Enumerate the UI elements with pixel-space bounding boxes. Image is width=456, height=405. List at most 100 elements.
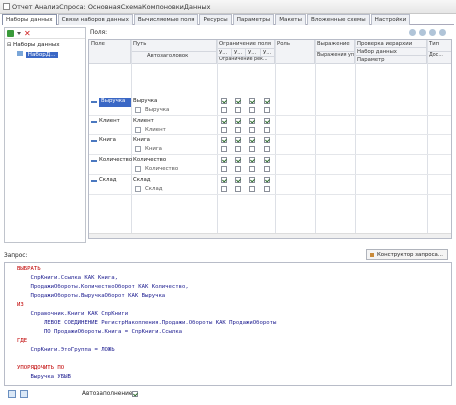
- attr-checkbox-1[interactable]: [221, 186, 227, 192]
- restriction-checkbox-1[interactable]: [221, 137, 227, 143]
- restriction-checkbox-4[interactable]: [264, 177, 270, 183]
- row-path[interactable]: Выручка: [133, 98, 157, 104]
- restriction-checkbox-2[interactable]: [235, 177, 241, 183]
- attr-checkbox-2[interactable]: [235, 107, 241, 113]
- table-row[interactable]: Количество Количество Количество: [89, 155, 451, 175]
- restriction-checkbox-4[interactable]: [264, 98, 270, 104]
- col-header-more[interactable]: Дос...: [427, 52, 451, 64]
- add-field-icon[interactable]: [409, 29, 416, 36]
- query-text-editor[interactable]: ВЫБРАТЬ СпрКниги.Ссылка КАК Книга, Прода…: [4, 262, 452, 386]
- attr-checkbox-3[interactable]: [249, 127, 255, 133]
- attr-checkbox-1[interactable]: [221, 166, 227, 172]
- col-header-u1[interactable]: У...: [217, 49, 232, 57]
- tab-dataset-links[interactable]: Связи наборов данных: [57, 14, 133, 25]
- row-path[interactable]: Склад: [133, 177, 151, 183]
- query-builder-button[interactable]: Конструктор запроса...: [365, 249, 448, 260]
- col-header-dataset[interactable]: Набор данных: [355, 48, 427, 56]
- attr-checkbox-4[interactable]: [264, 127, 270, 133]
- attr-checkbox-3[interactable]: [249, 166, 255, 172]
- attr-checkbox-2[interactable]: [235, 186, 241, 192]
- restriction-checkbox-4[interactable]: [264, 137, 270, 143]
- restriction-checkbox-1[interactable]: [221, 118, 227, 124]
- table-row[interactable]: Склад Склад Склад: [89, 175, 451, 195]
- col-header-value-check[interactable]: Проверка иерархии: [355, 40, 427, 48]
- col-header-u3[interactable]: У...: [246, 49, 261, 57]
- row-field[interactable]: Количество: [99, 157, 132, 163]
- tab-nested-schemas[interactable]: Вложенные схемы: [306, 14, 370, 25]
- autotitle-checkbox[interactable]: [135, 107, 141, 113]
- tab-settings[interactable]: Настройки: [370, 14, 411, 25]
- col-header-role[interactable]: Роль: [275, 40, 315, 64]
- table-row[interactable]: Клиент Клиент Клиент: [89, 116, 451, 135]
- restriction-checkbox-3[interactable]: [249, 137, 255, 143]
- settings-icon[interactable]: [419, 29, 426, 36]
- tree-root-datasets[interactable]: ⊟ Наборы данных: [7, 42, 60, 48]
- row-field[interactable]: Склад: [99, 177, 117, 183]
- attr-checkbox-1[interactable]: [221, 107, 227, 113]
- row-path[interactable]: Клиент: [133, 118, 154, 124]
- move-up-icon[interactable]: [429, 29, 436, 36]
- open-icon[interactable]: [20, 390, 28, 398]
- restriction-checkbox-4[interactable]: [264, 157, 270, 163]
- restriction-checkbox-3[interactable]: [249, 118, 255, 124]
- dropdown-arrow-icon[interactable]: [17, 31, 21, 35]
- row-field[interactable]: Выручка: [99, 98, 131, 107]
- col-header-path[interactable]: Путь: [131, 40, 217, 52]
- tab-datasets[interactable]: Наборы данных: [2, 14, 57, 25]
- tab-calculated-fields[interactable]: Вычисляемые поля: [133, 14, 199, 25]
- delete-icon[interactable]: ✕: [24, 29, 31, 37]
- collapse-icon[interactable]: ⊟: [7, 42, 11, 48]
- add-dataset-icon[interactable]: [7, 29, 14, 37]
- move-down-icon[interactable]: [439, 29, 446, 36]
- restriction-checkbox-1[interactable]: [221, 157, 227, 163]
- col-header-expression[interactable]: Выражение: [315, 40, 355, 52]
- tab-resources[interactable]: Ресурсы: [199, 14, 232, 25]
- autotitle-checkbox[interactable]: [135, 186, 141, 192]
- restriction-checkbox-4[interactable]: [264, 118, 270, 124]
- row-field[interactable]: Книга: [99, 137, 116, 143]
- restriction-checkbox-3[interactable]: [249, 157, 255, 163]
- attr-checkbox-2[interactable]: [235, 146, 241, 152]
- col-header-u4[interactable]: У...: [261, 49, 275, 57]
- attr-checkbox-2[interactable]: [235, 127, 241, 133]
- col-header-parameter[interactable]: Параметр: [355, 56, 427, 64]
- attr-checkbox-1[interactable]: [221, 146, 227, 152]
- restriction-checkbox-1[interactable]: [221, 177, 227, 183]
- row-field[interactable]: Клиент: [99, 118, 120, 124]
- col-header-expr-ordering[interactable]: Выражения упорядочив...: [315, 52, 355, 64]
- autotitle-checkbox[interactable]: [135, 166, 141, 172]
- tab-layouts[interactable]: Макеты: [275, 14, 306, 25]
- restriction-checkbox-2[interactable]: [235, 98, 241, 104]
- col-header-u2[interactable]: У...: [232, 49, 246, 57]
- row-path[interactable]: Количество: [133, 157, 166, 163]
- restriction-checkbox-1[interactable]: [221, 98, 227, 104]
- row-path[interactable]: Книга: [133, 137, 150, 143]
- tab-parameters[interactable]: Параметры: [232, 14, 275, 25]
- attr-checkbox-1[interactable]: [221, 127, 227, 133]
- autofill-checkbox[interactable]: [132, 391, 138, 397]
- attr-checkbox-3[interactable]: [249, 146, 255, 152]
- attr-checkbox-4[interactable]: [264, 166, 270, 172]
- restriction-checkbox-2[interactable]: [235, 137, 241, 143]
- attr-checkbox-4[interactable]: [264, 186, 270, 192]
- restriction-checkbox-2[interactable]: [235, 118, 241, 124]
- col-header-field-restriction[interactable]: Ограничение поля: [217, 40, 275, 49]
- table-row[interactable]: Книга Книга Книга: [89, 135, 451, 155]
- restriction-checkbox-2[interactable]: [235, 157, 241, 163]
- col-header-autotitle[interactable]: Автозаголовок: [131, 52, 217, 64]
- autotitle-checkbox[interactable]: [135, 146, 141, 152]
- save-icon[interactable]: [8, 390, 16, 398]
- restriction-checkbox-3[interactable]: [249, 98, 255, 104]
- restriction-checkbox-3[interactable]: [249, 177, 255, 183]
- attr-checkbox-3[interactable]: [249, 186, 255, 192]
- col-header-attr-restriction[interactable]: Ограничение рек...: [217, 57, 275, 64]
- autotitle-checkbox[interactable]: [135, 127, 141, 133]
- table-row[interactable]: Выручка Выручка Выручка: [89, 96, 451, 116]
- attr-checkbox-4[interactable]: [264, 107, 270, 113]
- attr-checkbox-2[interactable]: [235, 166, 241, 172]
- attr-checkbox-4[interactable]: [264, 146, 270, 152]
- attr-checkbox-3[interactable]: [249, 107, 255, 113]
- horizontal-scrollbar[interactable]: [89, 233, 451, 238]
- tree-item-dataset[interactable]: НаборД...: [17, 51, 58, 58]
- col-header-field[interactable]: Поле: [89, 40, 131, 64]
